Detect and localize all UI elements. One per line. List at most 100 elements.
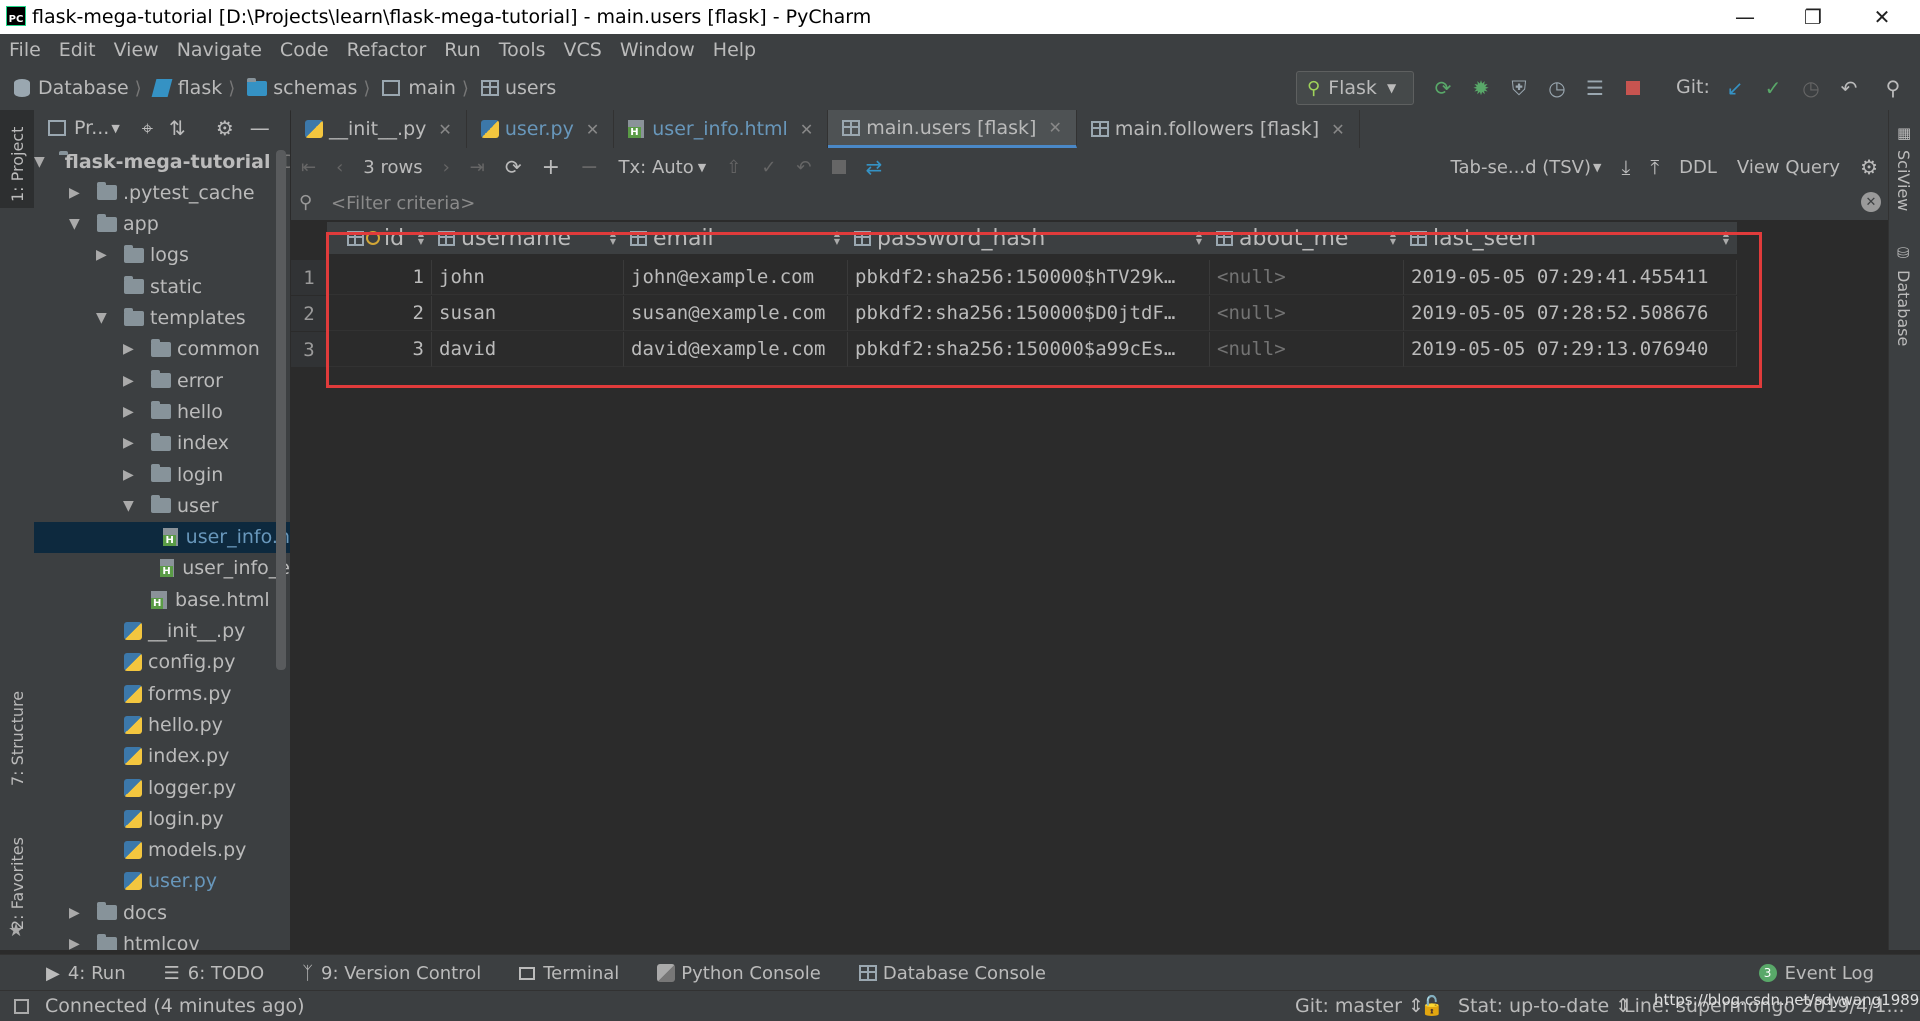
run-tab[interactable]: ▶ 4: Run [46,963,126,984]
collapsed-arrow-icon[interactable]: ▶ [96,247,110,263]
row-number[interactable]: 1 [291,260,327,295]
tree-item[interactable]: ▶ common [34,334,290,365]
expanded-arrow-icon[interactable]: ▼ [123,498,137,514]
tab-init-py[interactable]: __init__.py ✕ [291,110,467,148]
close-window-button[interactable]: ✕ [1852,0,1912,34]
collapse-all-icon[interactable]: ⇅ [169,116,186,140]
filter-criteria-input[interactable]: <Filter criteria> [331,193,475,214]
collapsed-arrow-icon[interactable]: ▶ [69,905,83,921]
tree-item[interactable]: ▶user_info_e [34,553,290,584]
restore-button[interactable]: ❐ [1783,0,1843,34]
menu-view[interactable]: View [114,39,159,61]
concurrency-icon[interactable]: ☰ [1580,73,1610,103]
import-icon[interactable]: ⤒ [1650,155,1659,179]
version-control-tab[interactable]: ᛉ 9: Version Control [302,963,481,984]
tree-item[interactable]: ▶ hello [34,396,290,427]
tree-item[interactable]: ▶models.py [34,835,290,866]
structure-tab[interactable]: 7: Structure [8,691,27,786]
clear-filter-icon[interactable]: ✕ [1861,192,1881,212]
commit-icon[interactable]: ✓ [761,157,776,178]
expanded-arrow-icon[interactable]: ▼ [34,154,45,170]
submit-icon[interactable]: ⇧ [726,157,741,178]
menu-file[interactable]: File [9,39,41,61]
project-scrollbar[interactable] [276,150,286,670]
expanded-arrow-icon[interactable]: ▼ [69,216,83,232]
git-branch-widget[interactable]: Git: master ⇕ [1295,995,1424,1017]
menu-vcs[interactable]: VCS [564,39,602,61]
tree-item[interactable]: ▶forms.py [34,678,290,709]
profile-icon[interactable]: ◷ [1542,73,1572,103]
tree-item[interactable]: ▶hello.py [34,709,290,740]
close-icon[interactable]: ✕ [1331,120,1344,139]
collapsed-arrow-icon[interactable]: ▶ [69,185,83,201]
tree-item[interactable]: ▶user_info.h [34,521,290,553]
database-tab[interactable]: Database [1894,270,1913,346]
tab-main-followers[interactable]: main.followers [flask] ✕ [1077,110,1360,148]
tree-item[interactable]: ▶ docs [34,897,290,928]
tree-item[interactable]: ▶ error [34,365,290,396]
locate-icon[interactable]: ⌖ [142,116,153,140]
debug-icon[interactable]: ✹ [1466,73,1496,103]
tree-item[interactable]: ▶static [34,271,290,302]
extractor-select[interactable]: Tab-se...d (TSV) ▼ [1451,157,1602,178]
settings-icon[interactable]: ⚙ [216,116,234,140]
python-console-tab[interactable]: Python Console [657,963,821,984]
add-row-icon[interactable]: + [542,155,560,180]
breadcrumb-database[interactable]: Database ⟩ [14,77,148,99]
reload-icon[interactable]: ⟳ [505,155,522,179]
tab-main-users[interactable]: main.users [flask] ✕ [828,110,1077,148]
coverage-icon[interactable]: ⛨ [1504,73,1534,103]
stop-icon[interactable] [1618,73,1648,103]
tree-item[interactable]: ▶user.py [34,866,290,897]
tree-item[interactable]: ▶ htmlcov [34,929,290,950]
favorites-tab[interactable]: 2: Favorites [8,837,27,930]
row-number[interactable]: 2 [291,296,327,331]
project-view-select[interactable]: Pr... [74,117,109,139]
breadcrumb-flask[interactable]: flask ⟩ [151,77,242,99]
close-icon[interactable]: ✕ [438,120,451,139]
tab-user-info-html[interactable]: user_info.html ✕ [614,110,829,148]
next-page-icon[interactable]: › [443,157,450,178]
todo-tab[interactable]: ☰ 6: TODO [164,963,265,984]
hide-panel-icon[interactable]: — [250,116,270,140]
sciview-tab[interactable]: SciView [1894,150,1913,211]
collapsed-arrow-icon[interactable]: ▶ [123,435,137,451]
tree-item[interactable]: ▶index.py [34,741,290,772]
delete-row-icon[interactable]: − [580,155,598,180]
first-page-icon[interactable]: ⇤ [301,157,316,178]
database-console-tab[interactable]: Database Console [858,963,1046,984]
run-configuration-select[interactable]: ⚲ Flask ▼ [1296,71,1414,105]
collapsed-arrow-icon[interactable]: ▶ [123,341,137,357]
layout-icon[interactable] [14,998,29,1014]
rerun-icon[interactable]: ⟳ [1428,73,1458,103]
tree-item[interactable]: ▶__init__.py [34,616,290,647]
menu-tools[interactable]: Tools [499,39,546,61]
menu-refactor[interactable]: Refactor [347,39,427,61]
terminal-tab[interactable]: Terminal [519,963,619,984]
tree-item[interactable]: ▶ index [34,428,290,459]
stat-widget[interactable]: Stat: up-to-date ⇕ [1458,995,1631,1017]
settings-icon[interactable]: ⚙ [1860,155,1878,179]
git-commit-icon[interactable]: ✓ [1758,73,1788,103]
tree-item[interactable]: ▼ user [34,490,290,521]
cancel-query-icon[interactable] [831,160,846,174]
view-query-button[interactable]: View Query [1737,157,1840,178]
lock-icon[interactable]: 🔓 [1420,994,1444,1017]
tree-item[interactable]: ▼ templates [34,303,290,334]
git-history-icon[interactable]: ◷ [1796,73,1826,103]
close-icon[interactable]: ✕ [586,120,599,139]
menu-code[interactable]: Code [280,39,329,61]
tree-item[interactable]: ▼ app [34,209,290,240]
expanded-arrow-icon[interactable]: ▼ [96,310,110,326]
collapsed-arrow-icon[interactable]: ▶ [123,467,137,483]
close-icon[interactable]: ✕ [800,120,813,139]
tree-item[interactable]: ▶base.html [34,584,290,615]
project-tool-button[interactable]: 1: Project [0,110,34,208]
menu-help[interactable]: Help [713,39,756,61]
breadcrumb-main[interactable]: main ⟩ [382,77,475,99]
ddl-button[interactable]: DDL [1679,157,1717,178]
menu-navigate[interactable]: Navigate [177,39,262,61]
tree-item[interactable]: ▶config.py [34,647,290,678]
close-icon[interactable]: ✕ [1048,118,1061,137]
menu-window[interactable]: Window [620,39,695,61]
